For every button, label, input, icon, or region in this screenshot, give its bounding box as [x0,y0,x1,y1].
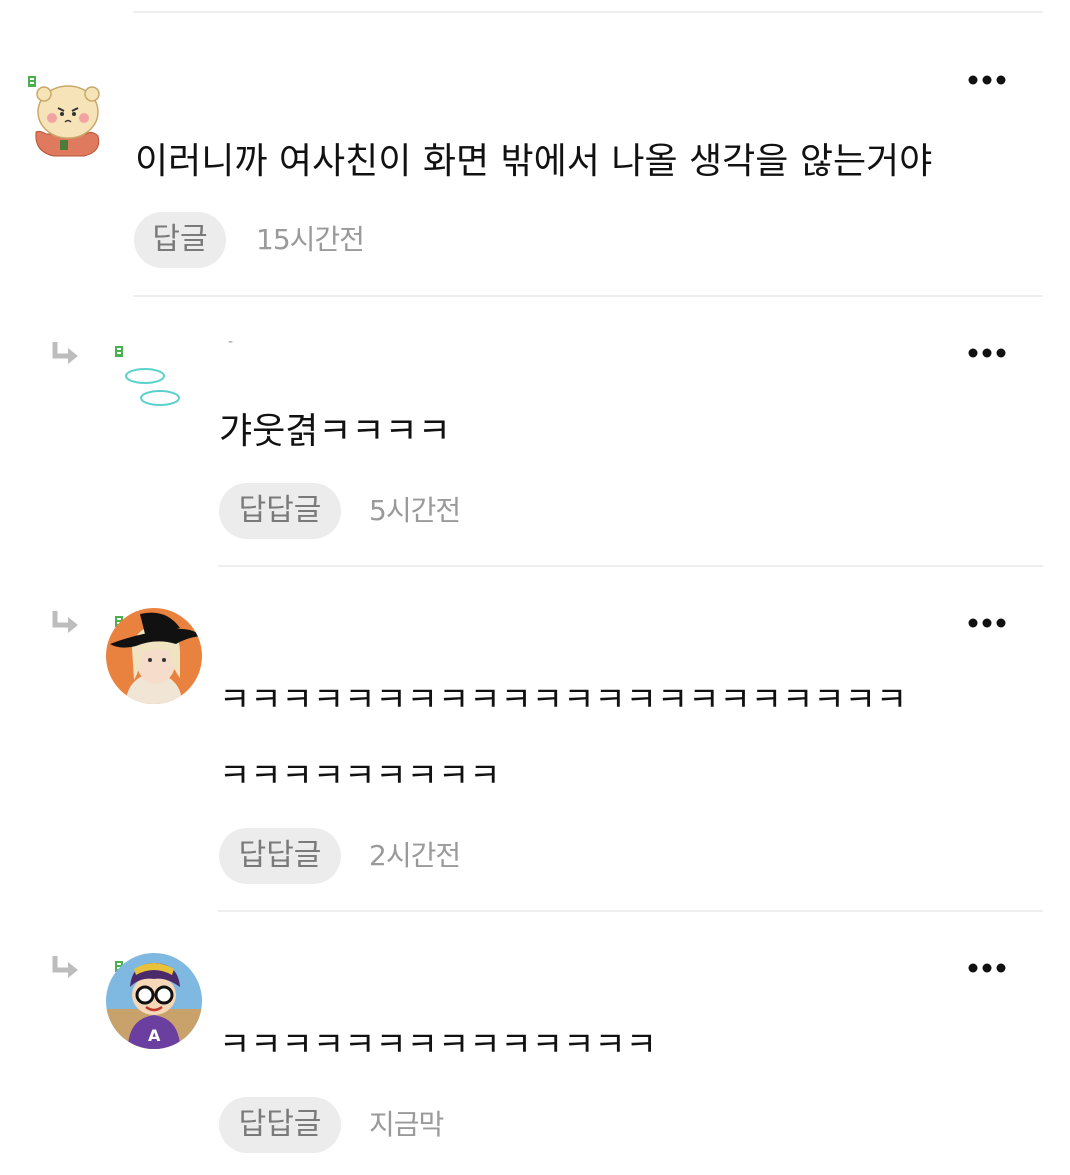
comment-text-line: ㅋㅋㅋㅋㅋㅋㅋㅋㅋ [219,756,501,796]
more-options-button[interactable] [965,956,1009,980]
divider [133,295,1043,297]
comment-time: 15시간전 [256,223,365,256]
comment-time: 2시간전 [369,839,461,872]
cyan-ring-avatar[interactable] [118,360,188,416]
reply-button[interactable]: 답답글 [219,1097,341,1153]
bear-sticker-avatar[interactable] [26,80,106,160]
comment-time: 5시간전 [369,494,461,527]
reply-arrow-icon [52,611,78,633]
comment-text: 갸웃겱ㅋㅋㅋㅋ [219,411,451,452]
reply-button[interactable]: 답글 [134,212,226,268]
divider [133,11,1043,13]
reply-button[interactable]: 답답글 [219,483,341,539]
more-options-button[interactable] [965,341,1009,365]
more-options-button[interactable] [965,611,1009,635]
cartoon-girl-avatar[interactable]: A [106,953,202,1049]
comment-text: ㅋㅋㅋㅋㅋㅋㅋㅋㅋㅋㅋㅋㅋㅋ [219,1025,657,1065]
nickname: - [228,334,234,350]
reply-button[interactable]: 답답글 [219,828,341,884]
divider [218,565,1043,567]
photo-avatar-hat[interactable] [106,608,202,704]
svg-text:A: A [148,1026,161,1045]
comment-text: 이러니까 여사친이 화면 밖에서 나올 생각을 않는거야 [135,141,933,182]
level-badge-icon [115,346,123,357]
comment-time: 지금막 [369,1108,444,1141]
reply-arrow-icon [52,956,78,978]
comment-text-line: ㅋㅋㅋㅋㅋㅋㅋㅋㅋㅋㅋㅋㅋㅋㅋㅋㅋㅋㅋㅋㅋㅋ [219,680,908,720]
reply-arrow-icon [52,342,78,364]
more-options-button[interactable] [965,68,1009,92]
divider [218,910,1043,912]
